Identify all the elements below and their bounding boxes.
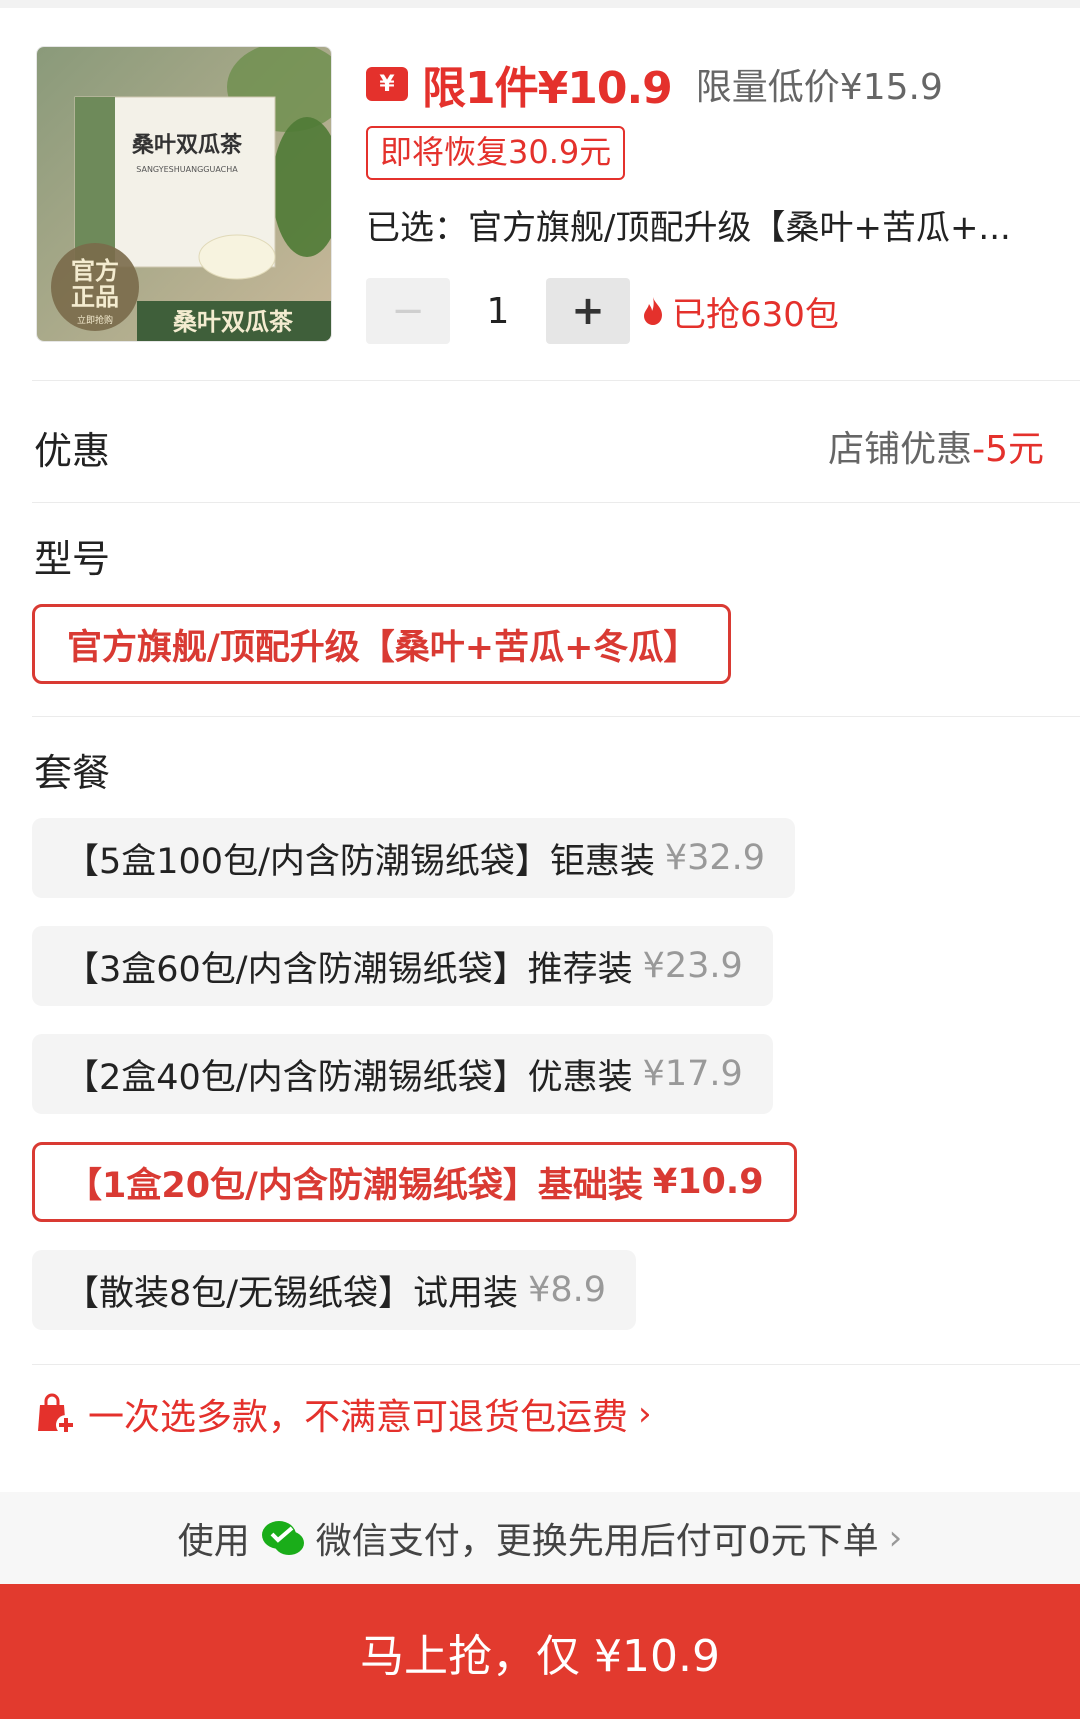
badge-line1: 官方 (71, 257, 119, 285)
discount-prefix: 店铺优惠 (828, 429, 973, 470)
price-row: ¥ 限1件¥10.9 限量低价¥15.9 (366, 52, 943, 116)
package-option-label: 【2盒40包/内含防潮锡纸袋】优惠装 (64, 1057, 633, 1098)
discount-amount: -5元 (972, 429, 1044, 470)
product-image[interactable]: 桑叶双瓜茶 SANGYESHUANGGUACHA 官方 正品 立即抢购 桑叶双瓜… (36, 46, 332, 342)
divider (32, 380, 1080, 381)
model-option[interactable]: 官方旗舰/顶配升级【桑叶+苦瓜+冬瓜】 (32, 604, 732, 684)
package-option-label: 【3盒60包/内含防潮锡纸袋】推荐装 (64, 949, 633, 990)
increase-quantity-button[interactable]: + (546, 278, 630, 344)
package-option[interactable]: 【5盒100包/内含防潮锡纸袋】钜惠装 ¥32.9 (32, 818, 796, 898)
return-shipping-promo[interactable]: 一次选多款，不满意可退货包运费 › (32, 1388, 652, 1440)
divider (32, 716, 1080, 717)
shopping-bag-plus-icon (38, 1393, 76, 1435)
chevron-right-icon: › (638, 1394, 652, 1434)
discount-value[interactable]: 店铺优惠-5元 (828, 420, 1044, 472)
discount-label: 优惠 (34, 429, 111, 473)
fire-icon (644, 297, 662, 325)
promo-text: 一次选多款，不满意可退货包运费 (88, 1397, 629, 1438)
badge-small: 立即抢购 (77, 314, 113, 326)
top-strip (0, 0, 1080, 8)
selected-variant-text: 已选：官方旗舰/顶配升级【桑叶+苦瓜+... (366, 208, 1011, 248)
package-option[interactable]: 【3盒60包/内含防潮锡纸袋】推荐装 ¥23.9 (32, 926, 773, 1006)
decrease-quantity-button[interactable]: − (366, 278, 450, 344)
wechat-icon (261, 1521, 304, 1555)
coupon-icon: ¥ (366, 67, 408, 101)
package-option-price: ¥17.9 (642, 1054, 743, 1094)
model-option-label: 官方旗舰/顶配升级【桑叶+苦瓜+冬瓜】 (67, 627, 699, 668)
package-option-price: ¥32.9 (664, 838, 766, 878)
package-option-price: ¥23.9 (642, 946, 743, 986)
package-option-price: ¥10.9 (652, 1162, 764, 1202)
chevron-right-icon: › (888, 1518, 903, 1558)
badge-line2: 正品 (71, 283, 119, 311)
package-option-selected[interactable]: 【1盒20包/内含防潮锡纸袋】基础装 ¥10.9 (32, 1142, 797, 1222)
box-subtitle: SANGYESHUANGGUACHA (136, 165, 238, 174)
quantity-value[interactable]: 1 (450, 291, 546, 332)
package-option-label: 【1盒20包/内含防潮锡纸袋】基础装 (67, 1165, 643, 1206)
package-label: 套餐 (34, 751, 111, 795)
sku-selector-page: { "product": { "coupon_icon_text": "¥", … (0, 0, 1080, 1719)
price-limited: 限量低价¥15.9 (695, 67, 943, 108)
model-label: 型号 (34, 537, 111, 581)
package-option[interactable]: 【散装8包/无锡纸袋】试用装 ¥8.9 (32, 1250, 636, 1330)
price-main: 限1件¥10.9 (422, 63, 673, 114)
image-bottom-title: 桑叶双瓜茶 (173, 308, 294, 336)
divider (32, 502, 1080, 503)
product-image-art: 桑叶双瓜茶 SANGYESHUANGGUACHA 官方 正品 立即抢购 桑叶双瓜… (37, 47, 331, 341)
box-title: 桑叶双瓜茶 (132, 133, 243, 158)
package-option-price: ¥8.9 (528, 1270, 606, 1310)
buy-now-button[interactable]: 马上抢，仅 ¥10.9 (0, 1584, 1080, 1719)
quantity-stepper: − 1 + 已抢630包 (366, 278, 839, 344)
package-option[interactable]: 【2盒40包/内含防潮锡纸袋】优惠装 ¥17.9 (32, 1034, 773, 1114)
divider (32, 1364, 1080, 1365)
restore-price-badge: 即将恢复30.9元 (366, 126, 626, 180)
payment-prefix: 使用 (177, 1521, 250, 1562)
sold-count: 已抢630包 (640, 287, 839, 336)
sold-count-text: 已抢630包 (672, 294, 839, 335)
payment-band[interactable]: 使用 微信支付，更换先用后付可0元下单 › (0, 1492, 1080, 1584)
payment-text: 微信支付，更换先用后付可0元下单 (315, 1521, 879, 1562)
package-option-label: 【5盒100包/内含防潮锡纸袋】钜惠装 (64, 841, 655, 882)
package-option-label: 【散装8包/无锡纸袋】试用装 (64, 1273, 519, 1314)
